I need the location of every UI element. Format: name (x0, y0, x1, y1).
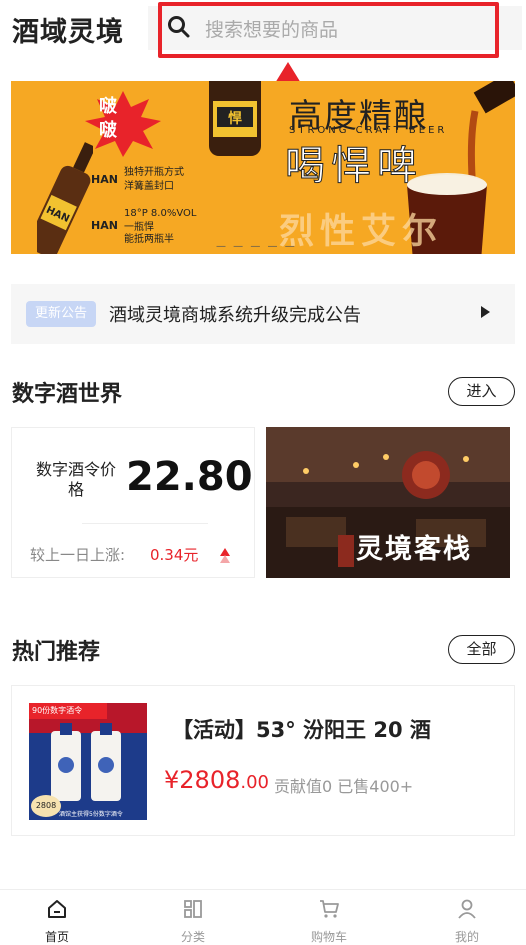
search-input[interactable]: 搜索想要的商品 (205, 15, 338, 42)
tab-home[interactable]: 首页 (17, 890, 97, 945)
tab-profile[interactable]: 我的 (427, 890, 507, 945)
section-title-hot: 热门推荐 (12, 640, 101, 665)
header: 酒域灵境 搜索想要的商品 (0, 0, 526, 60)
spec-line: 18°P 8.0%VOL (124, 208, 197, 219)
tab-category[interactable]: 分类 (153, 890, 233, 945)
banner-bottom-text: 烈性艾尔 (279, 212, 444, 252)
category-icon (184, 900, 202, 918)
bottom-tab-bar: 首页 分类 购物车 我的 (0, 889, 526, 945)
cart-icon (320, 900, 339, 918)
brand-label-2: HAN (91, 219, 118, 232)
home-icon (48, 900, 66, 918)
divider (82, 523, 208, 524)
up-arrow-icon (220, 548, 230, 563)
product-price: ¥2808.00 (164, 766, 269, 794)
product-image[interactable]: 90份数字酒令 2808 酒馆主获得5份数字酒令 (29, 703, 147, 820)
user-icon (458, 899, 476, 919)
feature-line-2: 洋篝盖封口 (124, 181, 174, 192)
announcement-tag: 更新公告 (26, 301, 96, 327)
carousel-dots: — — — — — (216, 241, 297, 252)
section-title-digital-world: 数字酒世界 (12, 382, 123, 407)
tab-home-label: 首页 (44, 930, 69, 944)
beer-can-icon: 悍 (209, 81, 261, 156)
rise-label: 较上一日上涨: (30, 546, 126, 564)
game-card[interactable]: 灵境客栈 (266, 427, 510, 578)
promo-banner[interactable]: HAN 啵啵 HAN 独特开瓶方式 洋篝盖封口 18°P 8.0%VOL HAN… (11, 81, 515, 254)
view-all-button[interactable]: 全部 (448, 635, 515, 664)
tab-profile-label: 我的 (454, 930, 479, 944)
rise-value: 0.34元 (150, 546, 199, 564)
tab-category-label: 分类 (180, 930, 205, 944)
pop-text: 啵啵 (99, 96, 117, 141)
play-arrow-icon[interactable] (481, 306, 490, 318)
enter-button[interactable]: 进入 (448, 377, 515, 406)
svg-text:悍: 悍 (228, 110, 242, 127)
product-image-footer: 酒馆主获得5份数字酒令 (59, 811, 123, 818)
game-title: 灵境客栈 (356, 534, 472, 565)
digital-token-price-card[interactable]: 数字酒令价格 22.80 较上一日上涨: 0.34元 (11, 427, 255, 578)
announcement-text[interactable]: 酒域灵境商城系统升级完成公告 (109, 301, 361, 327)
product-card[interactable]: 90份数字酒令 2808 酒馆主获得5份数字酒令 【活动】53° 汾阳王 20 … (11, 685, 515, 836)
tab-cart[interactable]: 购物车 (289, 890, 369, 945)
tab-cart-label: 购物车 (310, 930, 347, 944)
app-logo: 酒域灵境 (12, 17, 124, 48)
price-value: 22.80 (126, 454, 253, 500)
price-symbol: ¥ (164, 766, 180, 794)
brand-label: HAN (91, 173, 118, 186)
feature-line-1: 独特开瓶方式 (124, 167, 184, 178)
price-integer: 2808 (179, 766, 241, 794)
price-label: 数字酒令价格 (36, 460, 117, 499)
product-image-tag: 90份数字酒令 (29, 703, 107, 719)
product-meta: 贡献值0 已售400+ (274, 777, 414, 796)
search-icon (168, 16, 190, 38)
product-name[interactable]: 【活动】53° 汾阳王 20 酒 (172, 714, 431, 744)
product-image-price: 2808 (31, 795, 61, 817)
spec-line-3: 能抵两瓶半 (124, 234, 174, 245)
price-decimal: .00 (240, 772, 269, 793)
announcement-bar[interactable]: 更新公告 酒域灵境商城系统升级完成公告 (11, 284, 515, 344)
